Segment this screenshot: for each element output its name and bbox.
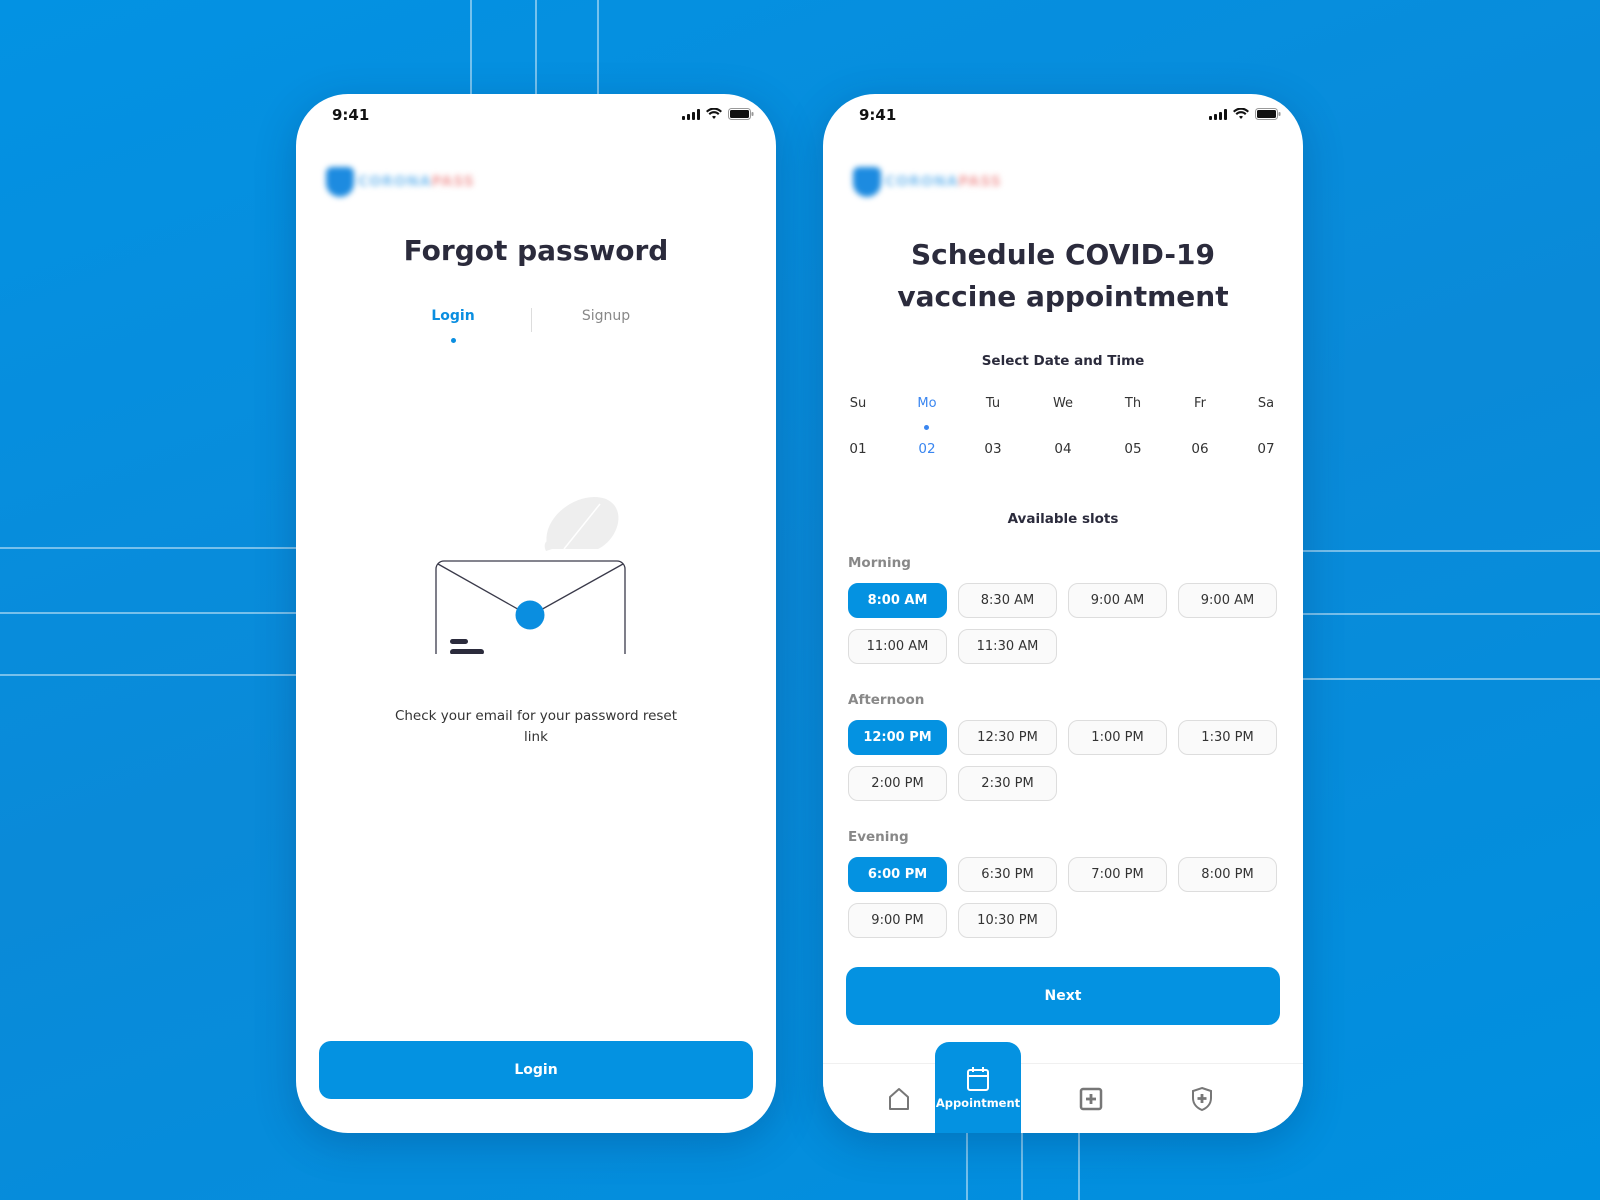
- day-date-06[interactable]: 06: [1175, 441, 1225, 457]
- calendar-icon: [967, 1067, 989, 1091]
- slot-grid-afternoon: 12:00 PM 12:30 PM 1:00 PM 1:30 PM 2:00 PM 2:3…: [848, 720, 1280, 801]
- tab-login[interactable]: Login: [393, 308, 513, 324]
- period-label-morning: Morning: [848, 555, 911, 571]
- time-slot[interactable]: 8:00 PM: [1178, 857, 1277, 892]
- day-date-01[interactable]: 01: [833, 441, 883, 457]
- nav-medical[interactable]: [1048, 1064, 1134, 1133]
- logo-text-part2: PASS: [958, 174, 1002, 190]
- day-name-we[interactable]: We: [1038, 396, 1088, 411]
- bottom-nav: Appointment: [823, 1042, 1303, 1133]
- day-name-mo[interactable]: Mo: [902, 396, 952, 411]
- shield-plus-icon: [1192, 1086, 1212, 1112]
- bg-line: [1078, 1133, 1080, 1200]
- day-name-th[interactable]: Th: [1108, 396, 1158, 411]
- nav-appointment[interactable]: Appointment: [935, 1042, 1021, 1133]
- tab-divider: [531, 308, 532, 332]
- title-line-2: vaccine appointment: [897, 280, 1229, 313]
- status-time: 9:41: [332, 106, 370, 124]
- nav-home[interactable]: [856, 1064, 942, 1133]
- status-icons: [1209, 108, 1281, 120]
- time-slot[interactable]: 8:00 AM: [848, 583, 947, 618]
- status-icons: [682, 108, 754, 120]
- page-title: Forgot password: [403, 234, 669, 267]
- bg-line: [597, 0, 599, 94]
- bg-line: [470, 0, 472, 94]
- page-title: Schedule COVID-19 vaccine appointment: [823, 234, 1303, 318]
- time-slot[interactable]: 9:00 AM: [1068, 583, 1167, 618]
- time-slot[interactable]: 1:00 PM: [1068, 720, 1167, 755]
- logo-text-part1: CORONA: [885, 174, 959, 190]
- auth-tabs: Login Signup: [296, 308, 776, 348]
- battery-icon: [1255, 108, 1281, 120]
- period-label-evening: Evening: [848, 829, 909, 845]
- time-slot[interactable]: 9:00 PM: [848, 903, 947, 938]
- bg-line: [1303, 678, 1600, 680]
- envelope-illustration: [428, 479, 628, 668]
- logo-text-part1: CORONA: [358, 174, 432, 190]
- day-date-07[interactable]: 07: [1241, 441, 1291, 457]
- bg-line: [0, 674, 296, 676]
- bg-line: [0, 612, 296, 614]
- slots-heading: Available slots: [1007, 511, 1119, 527]
- signal-icon: [1209, 108, 1227, 120]
- signal-icon: [682, 108, 700, 120]
- time-slot[interactable]: 7:00 PM: [1068, 857, 1167, 892]
- time-slot[interactable]: 2:30 PM: [958, 766, 1057, 801]
- time-slot[interactable]: 8:30 AM: [958, 583, 1057, 618]
- time-slot[interactable]: 11:00 AM: [848, 629, 947, 664]
- time-slot[interactable]: 12:00 PM: [848, 720, 947, 755]
- reset-message: Check your email for your password reset…: [394, 708, 678, 745]
- time-slot[interactable]: 9:00 AM: [1178, 583, 1277, 618]
- app-logo: CORONAPASS: [853, 164, 1033, 200]
- medical-plus-icon: [1079, 1087, 1103, 1111]
- time-slot[interactable]: 6:30 PM: [958, 857, 1057, 892]
- time-slot[interactable]: 10:30 PM: [958, 903, 1057, 938]
- day-name-tu[interactable]: Tu: [968, 396, 1018, 411]
- wifi-icon: [1233, 108, 1249, 120]
- nav-appointment-label: Appointment: [935, 1096, 1021, 1110]
- day-date-04[interactable]: 04: [1038, 441, 1088, 457]
- app-logo: CORONAPASS: [326, 164, 506, 200]
- bg-line: [1021, 1133, 1023, 1200]
- time-slot[interactable]: 1:30 PM: [1178, 720, 1277, 755]
- login-button[interactable]: Login: [319, 1041, 753, 1099]
- slot-grid-morning: 8:00 AM 8:30 AM 9:00 AM 9:00 AM 11:00 AM 11:3…: [848, 583, 1280, 664]
- day-name-su[interactable]: Su: [833, 396, 883, 411]
- envelope-icon: [435, 497, 626, 668]
- selected-day-indicator: [924, 425, 929, 430]
- day-date-05[interactable]: 05: [1108, 441, 1158, 457]
- bg-line: [1303, 550, 1600, 552]
- bg-line: [966, 1133, 968, 1200]
- nav-shield[interactable]: [1159, 1064, 1245, 1133]
- phone-forgot-password: 9:41 CORONAPASS Forgot password Login Si…: [296, 94, 776, 1133]
- time-slot[interactable]: 12:30 PM: [958, 720, 1057, 755]
- day-name-fr[interactable]: Fr: [1175, 396, 1225, 411]
- day-date-03[interactable]: 03: [968, 441, 1018, 457]
- status-time: 9:41: [859, 106, 897, 124]
- time-slot[interactable]: 6:00 PM: [848, 857, 947, 892]
- time-slot[interactable]: 11:30 AM: [958, 629, 1057, 664]
- active-tab-indicator: [451, 338, 456, 343]
- phone-schedule-appointment: 9:41 CORONAPASS Schedule COVID-19 vaccin…: [823, 94, 1303, 1133]
- logo-shield-icon: [853, 167, 881, 197]
- date-heading: Select Date and Time: [981, 353, 1145, 369]
- day-date-02[interactable]: 02: [902, 441, 952, 457]
- tab-signup[interactable]: Signup: [546, 308, 666, 324]
- logo-text-part2: PASS: [431, 174, 475, 190]
- logo-shield-icon: [326, 167, 354, 197]
- bg-line: [535, 0, 537, 94]
- home-icon: [889, 1088, 909, 1110]
- period-label-afternoon: Afternoon: [848, 692, 925, 708]
- title-line-1: Schedule COVID-19: [910, 238, 1216, 271]
- bg-line: [0, 547, 296, 549]
- bg-line: [1303, 613, 1600, 615]
- battery-icon: [728, 108, 754, 120]
- next-button[interactable]: Next: [846, 967, 1280, 1025]
- wifi-icon: [706, 108, 722, 120]
- day-name-sa[interactable]: Sa: [1241, 396, 1291, 411]
- slot-grid-evening: 6:00 PM 6:30 PM 7:00 PM 8:00 PM 9:00 PM 10:30…: [848, 857, 1280, 938]
- time-slot[interactable]: 2:00 PM: [848, 766, 947, 801]
